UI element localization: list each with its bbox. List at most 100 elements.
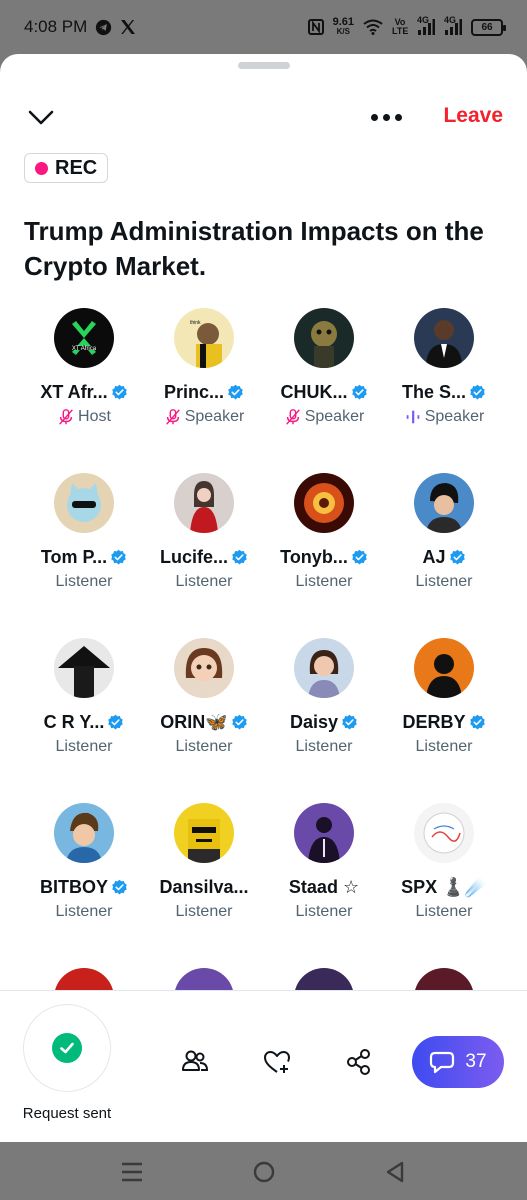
- participant-tile[interactable]: C R Y... Listener: [24, 638, 144, 788]
- participant-role-row: Speaker: [264, 408, 384, 426]
- participant-name-row: ORIN🦋: [144, 712, 264, 733]
- participant-role: Listener: [175, 573, 233, 590]
- avatar[interactable]: [174, 803, 234, 863]
- avatar[interactable]: [294, 638, 354, 698]
- participant-tile[interactable]: Tonyb... Listener: [264, 473, 384, 623]
- participant-name: C R Y...: [43, 712, 105, 732]
- wifi-icon: [363, 19, 383, 35]
- participant-role-row: Listener: [264, 903, 384, 921]
- verified-badge-icon: [111, 384, 127, 400]
- verified-badge-icon: [342, 714, 357, 730]
- participant-name-row: CHUK...: [264, 382, 384, 403]
- dot-icon: [382, 113, 390, 121]
- avatar[interactable]: think: [174, 308, 234, 368]
- space-title: Trump Administration Impacts on the Cryp…: [24, 216, 484, 281]
- participant-role-row: Listener: [144, 738, 264, 756]
- avatar[interactable]: [414, 308, 474, 368]
- participant-role-row: Listener: [24, 573, 144, 591]
- participant-name-row: Tonyb...: [264, 547, 384, 568]
- avatar[interactable]: [54, 638, 114, 698]
- comments-button[interactable]: 37: [412, 1036, 504, 1088]
- recording-badge: REC: [24, 153, 109, 183]
- participant-role: Speaker: [424, 408, 485, 425]
- menu-icon: [122, 1162, 142, 1182]
- participant-name-row: C R Y...: [24, 712, 144, 733]
- participant-role-row: Listener: [144, 573, 264, 591]
- participant-tile[interactable]: think Princ... Speaker: [144, 308, 264, 458]
- participant-tile[interactable]: ORIN🦋 Listener: [144, 638, 264, 788]
- participant-name-row: BITBOY: [24, 877, 144, 898]
- participant-name-row: Lucife...: [144, 547, 264, 568]
- speed-value: 9.61: [332, 16, 354, 28]
- verified-badge-icon: [228, 384, 243, 400]
- participant-tile[interactable]: Lucife... Listener: [144, 473, 264, 623]
- participant-tile[interactable]: DERBY Listener: [384, 638, 504, 788]
- participant-name-row: Staad ☆: [264, 877, 384, 898]
- avatar[interactable]: [174, 638, 234, 698]
- participant-tile[interactable]: AJ Listener: [384, 473, 504, 623]
- participant-name: Tonyb...: [280, 547, 348, 567]
- avatar[interactable]: [414, 638, 474, 698]
- participant-name-row: The S...: [384, 382, 504, 403]
- more-options-button[interactable]: [366, 106, 406, 128]
- participant-tile[interactable]: Daisy Listener: [264, 638, 384, 788]
- participant-name: SPX ♟️☄️: [401, 877, 487, 897]
- recents-button[interactable]: [118, 1158, 146, 1186]
- verified-badge-icon: [112, 879, 127, 895]
- participant-tile[interactable]: The S... Speaker: [384, 308, 504, 458]
- participant-role-row: Listener: [384, 903, 504, 921]
- mic-muted-icon: [59, 409, 73, 425]
- participant-tile[interactable]: SPX ♟️☄️ Listener: [384, 803, 504, 953]
- svg-text:XT Africa: XT Africa: [72, 346, 97, 352]
- avatar[interactable]: [54, 473, 114, 533]
- home-button[interactable]: [250, 1158, 278, 1186]
- avatar[interactable]: XT Africa: [54, 308, 114, 368]
- system-nav-bar: [0, 1142, 527, 1200]
- x-logo-icon: [120, 19, 136, 35]
- avatar[interactable]: [294, 473, 354, 533]
- request-button[interactable]: [23, 1004, 111, 1092]
- dot-icon: [370, 113, 378, 121]
- verified-badge-icon: [232, 549, 247, 565]
- status-right: 9.61 K/S Vo LTE 4G 4G 66: [307, 15, 506, 37]
- participant-role-row: Listener: [24, 738, 144, 756]
- heart-plus-icon[interactable]: [262, 1047, 292, 1077]
- share-icon[interactable]: [344, 1047, 374, 1077]
- status-bar: 4:08 PM 9.61 K/S Vo LTE 4G 4G 66: [0, 0, 527, 54]
- people-icon[interactable]: [180, 1047, 210, 1077]
- participant-tile[interactable]: Tom P... Listener: [24, 473, 144, 623]
- participant-name: Daisy: [289, 712, 339, 732]
- avatar[interactable]: [414, 803, 474, 863]
- leave-button[interactable]: Leave: [443, 104, 503, 128]
- participant-tile[interactable]: Dansilva... Listener: [144, 803, 264, 953]
- drag-handle[interactable]: [238, 62, 290, 69]
- avatar[interactable]: [174, 473, 234, 533]
- verified-badge-icon: [351, 384, 367, 400]
- participant-name: XT Afr...: [40, 382, 108, 402]
- participant-name: Staad ☆: [288, 877, 360, 897]
- collapse-button[interactable]: [26, 104, 56, 130]
- recording-dot-icon: [35, 161, 48, 175]
- participant-role: Listener: [415, 903, 473, 920]
- participant-role: Listener: [415, 573, 473, 590]
- network-speed: 9.61 K/S: [333, 17, 354, 37]
- participant-tile[interactable]: XT Africa XT Afr... Host: [24, 308, 144, 458]
- avatar[interactable]: [54, 803, 114, 863]
- avatar[interactable]: [414, 473, 474, 533]
- participant-role-row: Speaker: [144, 408, 264, 426]
- participant-tile[interactable]: Staad ☆ Listener: [264, 803, 384, 953]
- participant-name-row: XT Afr...: [24, 382, 144, 403]
- speed-unit: K/S: [336, 27, 350, 36]
- telegram-icon: [95, 19, 112, 36]
- verified-badge-icon: [470, 384, 485, 400]
- participant-name-row: DERBY: [384, 712, 504, 733]
- participant-tile[interactable]: CHUK... Speaker: [264, 308, 384, 458]
- verified-badge-icon: [231, 714, 247, 730]
- back-button[interactable]: [382, 1158, 410, 1186]
- participant-tile[interactable]: BITBOY Listener: [24, 803, 144, 953]
- participant-role-row: Listener: [384, 738, 504, 756]
- mic-muted-icon: [165, 409, 180, 425]
- participant-role-row: Host: [24, 408, 144, 426]
- avatar[interactable]: [294, 803, 354, 863]
- avatar[interactable]: [294, 308, 354, 368]
